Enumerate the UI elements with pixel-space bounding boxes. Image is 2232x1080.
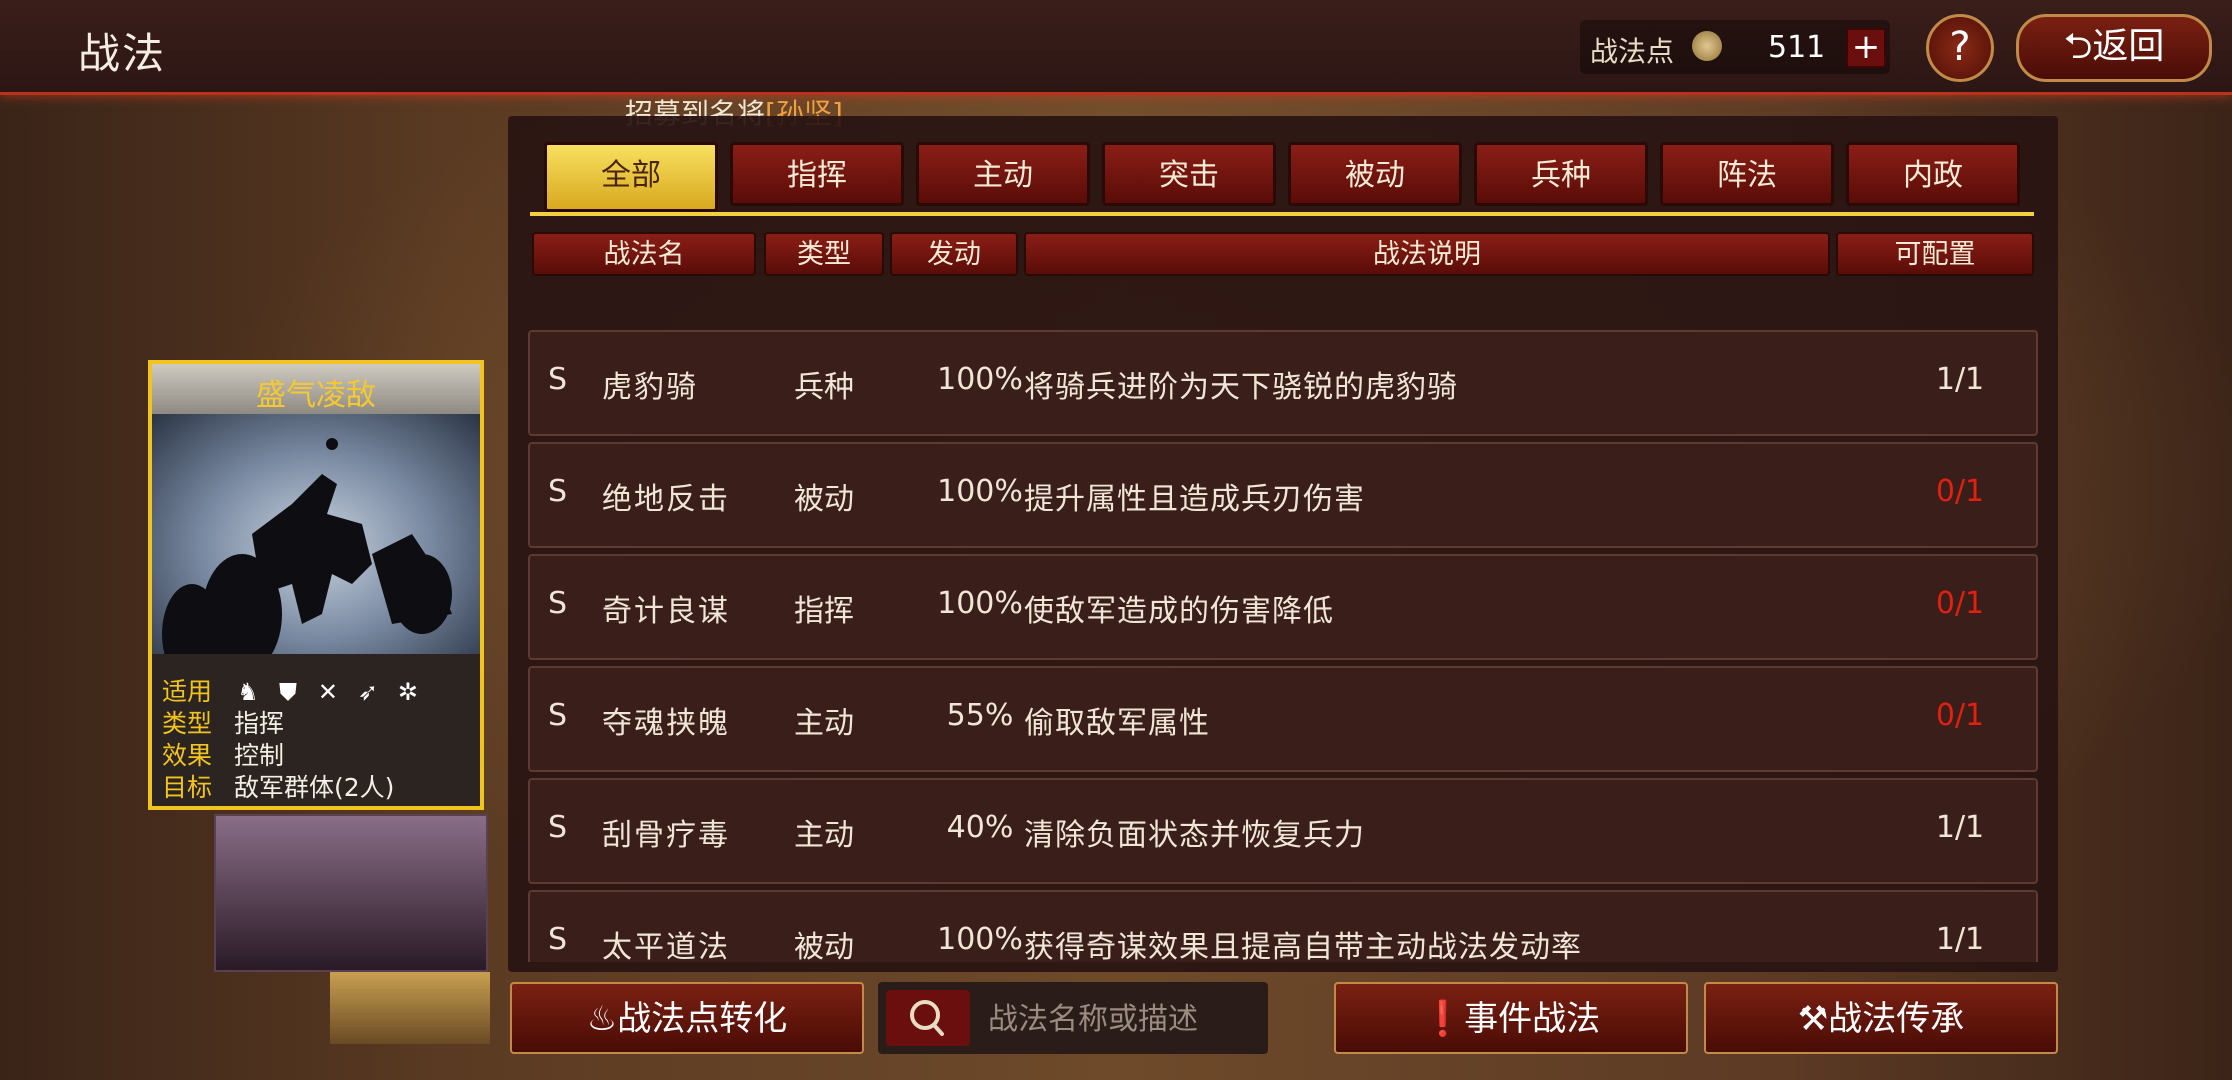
row-name: 太平道法	[602, 930, 730, 962]
tab-formation[interactable]: 阵法	[1660, 142, 1834, 206]
event-tactics-button[interactable]: ❗事件战法	[1334, 982, 1688, 1054]
back-label: 返回	[2092, 26, 2165, 67]
flame-icon	[1692, 31, 1722, 61]
alert-icon: ❗	[1421, 999, 1465, 1039]
card-title: 盛气凌敌	[256, 378, 376, 413]
row-type: 被动	[794, 930, 854, 962]
row-type: 兵种	[794, 370, 854, 405]
tab-passive[interactable]: 被动	[1288, 142, 1462, 206]
tab-command[interactable]: 指挥	[730, 142, 904, 206]
column-header-name[interactable]: 战法名	[532, 232, 756, 276]
tactics-list[interactable]: S 虎豹骑 兵种 100% 将骑兵进阶为天下骁锐的虎豹骑 1/1 S 绝地反击 …	[528, 286, 2040, 962]
row-type: 被动	[794, 482, 854, 517]
row-description: 将骑兵进阶为天下骁锐的虎豹骑	[1024, 370, 1458, 405]
row-type: 主动	[794, 706, 854, 741]
row-config: 1/1	[1935, 922, 1985, 957]
tactic-points-value: 511	[1768, 30, 1826, 65]
row-config: 1/1	[1935, 362, 1985, 397]
table-row[interactable]: S 夺魂挟魄 主动 55% 偷取敌军属性 0/1	[528, 666, 2038, 772]
page-title: 战法	[78, 29, 167, 78]
column-header-trigger[interactable]: 发动	[890, 232, 1018, 276]
tactic-inherit-button[interactable]: ⚒战法传承	[1704, 982, 2058, 1054]
convert-points-button[interactable]: ♨战法点转化	[510, 982, 864, 1054]
row-rate: 100%	[937, 474, 1023, 509]
effect-label: 效果	[162, 741, 213, 770]
add-points-button[interactable]: +	[1846, 28, 1886, 68]
table-row[interactable]: S 太平道法 被动 100% 获得奇谋效果且提高自带主动战法发动率 1/1	[528, 890, 2038, 962]
tab-troop-type[interactable]: 兵种	[1474, 142, 1648, 206]
card-apply-row: 适用 ♞ ⛊ ✕ ➶ ✲	[162, 672, 434, 708]
back-button[interactable]: ⮌返回	[2016, 14, 2212, 82]
row-rate: 100%	[937, 922, 1023, 957]
row-config: 1/1	[1935, 810, 1985, 845]
target-label: 目标	[162, 773, 213, 802]
column-header-type[interactable]: 类型	[764, 232, 884, 276]
bow-icon: ✕	[317, 678, 339, 706]
top-bar	[0, 0, 2232, 95]
row-name: 虎豹骑	[602, 370, 698, 405]
type-value: 指挥	[233, 709, 284, 738]
column-header-configurable[interactable]: 可配置	[1836, 232, 2034, 276]
row-grade: S	[548, 810, 568, 845]
table-row[interactable]: S 奇计良谋 指挥 100% 使敌军造成的伤害降低 0/1	[528, 554, 2038, 660]
hammer-icon: ⚒	[1797, 999, 1829, 1039]
card-thumbnail-2[interactable]	[214, 814, 488, 972]
row-grade: S	[548, 362, 568, 397]
search-button[interactable]	[886, 990, 970, 1046]
table-row[interactable]: S 虎豹骑 兵种 100% 将骑兵进阶为天下骁锐的虎豹骑 1/1	[528, 330, 2038, 436]
row-rate: 100%	[937, 586, 1023, 621]
row-type: 主动	[794, 818, 854, 853]
row-description: 偷取敌军属性	[1024, 706, 1210, 741]
row-name: 夺魂挟魄	[602, 706, 730, 741]
row-rate: 40%	[946, 810, 1014, 845]
cavalry-icon: ♞	[237, 678, 259, 706]
target-value: 敌军群体(2人)	[233, 773, 395, 802]
flame-icon: ♨	[586, 999, 618, 1039]
row-grade: S	[548, 586, 568, 621]
type-label: 类型	[162, 709, 213, 738]
row-description: 提升属性且造成兵刃伤害	[1024, 482, 1365, 517]
apply-label: 适用	[162, 677, 213, 706]
row-description: 使敌军造成的伤害降低	[1024, 594, 1334, 629]
row-name: 奇计良谋	[602, 594, 730, 629]
wheel-icon: ✲	[397, 678, 419, 706]
row-description: 清除负面状态并恢复兵力	[1024, 818, 1365, 853]
help-button[interactable]: ?	[1926, 14, 1994, 82]
inherit-label: 战法传承	[1828, 999, 1965, 1039]
row-grade: S	[548, 922, 568, 957]
column-header-description: 战法说明	[1024, 232, 1830, 276]
row-type: 指挥	[794, 594, 854, 629]
row-grade: S	[548, 698, 568, 733]
row-grade: S	[548, 474, 568, 509]
row-config: 0/1	[1935, 586, 1985, 621]
row-rate: 55%	[946, 698, 1014, 733]
row-name: 绝地反击	[602, 482, 730, 517]
tab-underline	[530, 212, 2034, 216]
card-target-row: 目标 敌军群体(2人)	[162, 768, 394, 804]
tab-domestic[interactable]: 内政	[1846, 142, 2020, 206]
row-description: 获得奇谋效果且提高自带主动战法发动率	[1024, 930, 1582, 962]
row-name: 刮骨疗毒	[602, 818, 730, 853]
shield-icon: ⛊	[278, 678, 297, 706]
search-icon	[910, 1000, 944, 1036]
table-row[interactable]: S 绝地反击 被动 100% 提升属性且造成兵刃伤害 0/1	[528, 442, 2038, 548]
search-input[interactable]	[986, 998, 1260, 1040]
convert-label: 战法点转化	[617, 999, 788, 1039]
event-label: 事件战法	[1464, 999, 1601, 1039]
tab-active[interactable]: 主动	[916, 142, 1090, 206]
tab-all[interactable]: 全部	[544, 142, 718, 212]
tab-assault[interactable]: 突击	[1102, 142, 1276, 206]
card-type-row: 类型 指挥	[162, 704, 284, 740]
table-row[interactable]: S 刮骨疗毒 主动 40% 清除负面状态并恢复兵力 1/1	[528, 778, 2038, 884]
row-config: 0/1	[1935, 474, 1985, 509]
card-effect-row: 效果 控制	[162, 736, 284, 772]
effect-value: 控制	[233, 741, 284, 770]
spear-icon: ➶	[357, 678, 379, 706]
row-rate: 100%	[937, 362, 1023, 397]
back-arrow-icon: ⮌	[2063, 26, 2093, 67]
card-thumbnail-3[interactable]	[330, 972, 490, 1044]
tactic-points-label: 战法点	[1590, 35, 1675, 68]
card-artwork	[152, 414, 480, 654]
row-config: 0/1	[1935, 698, 1985, 733]
